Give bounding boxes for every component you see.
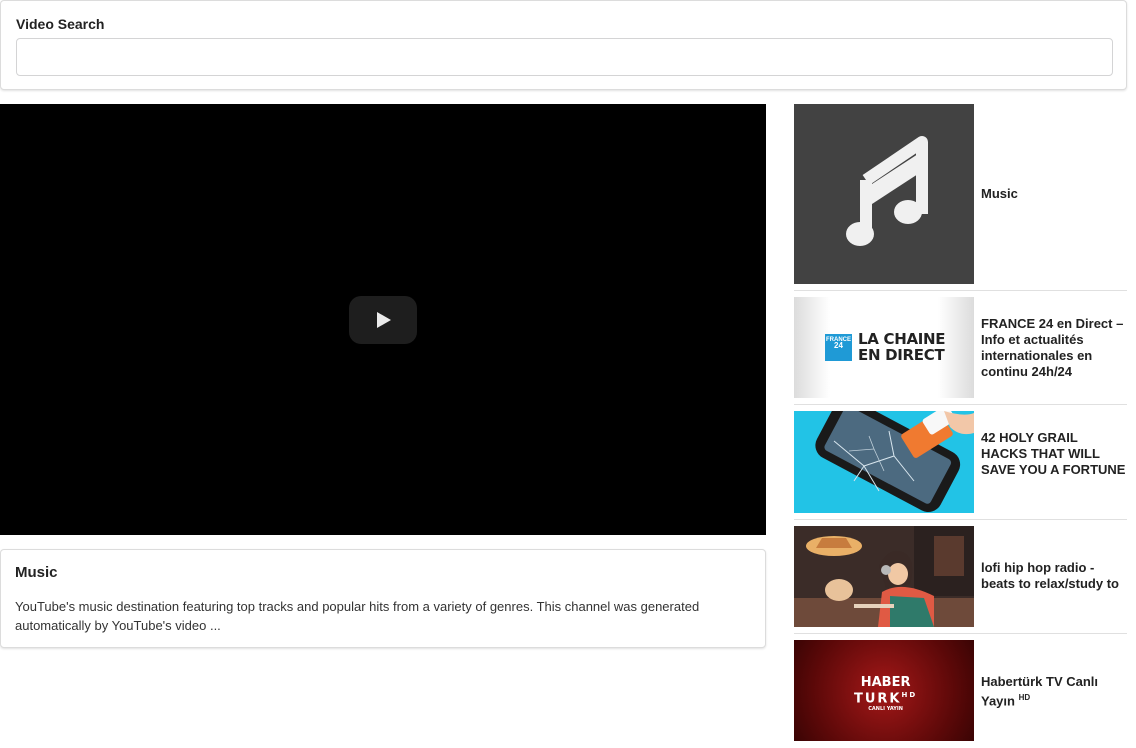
hd-badge: HD <box>901 691 918 699</box>
thumbnail-caption: LA CHAINE EN DIRECT <box>858 330 946 364</box>
video-thumbnail[interactable]: FRANCE 24 LA CHAINE EN DIRECT <box>794 297 974 398</box>
video-title[interactable]: lofi hip hop radio - beats to relax/stud… <box>981 560 1127 592</box>
divider <box>794 404 1127 405</box>
play-icon <box>377 312 391 328</box>
video-title[interactable]: 42 HOLY GRAIL HACKS THAT WILL SAVE YOU A… <box>981 430 1127 478</box>
list-item[interactable]: lofi hip hop radio - beats to relax/stud… <box>794 526 1127 634</box>
list-item[interactable]: Music <box>794 104 1127 291</box>
hd-badge: HD <box>1018 693 1031 702</box>
video-title[interactable]: Habertürk TV Canlı Yayın HD <box>981 674 1127 709</box>
thumbnail-caption-line: EN DIRECT <box>858 346 945 364</box>
video-detail-title: Music <box>15 564 58 581</box>
list-item[interactable]: FRANCE 24 LA CHAINE EN DIRECT FRANCE 24 … <box>794 297 1127 405</box>
thumbnail-caption-line: LA CHAINE <box>858 330 946 348</box>
search-input[interactable] <box>16 38 1113 76</box>
france24-logo-number: 24 <box>834 341 843 350</box>
lofi-girl-image <box>794 526 974 627</box>
video-thumbnail[interactable] <box>794 526 974 627</box>
haberturk-logo-line: HABER <box>860 675 911 690</box>
video-thumbnail[interactable] <box>794 104 974 284</box>
france24-logo: FRANCE 24 <box>825 334 852 361</box>
list-item[interactable]: HABER TURKHD CANLI YAYIN Habertürk TV Ca… <box>794 640 1127 748</box>
video-thumbnail[interactable] <box>794 411 974 513</box>
haberturk-logo: HABER TURKHD CANLI YAYIN <box>854 676 917 713</box>
music-note-icon <box>846 136 928 246</box>
cracked-phone-image <box>815 411 974 513</box>
divider <box>794 633 1127 634</box>
divider <box>794 519 1127 520</box>
video-title[interactable]: FRANCE 24 en Direct – Info et actualités… <box>981 316 1127 380</box>
haberturk-logo-subtitle: CANLI YAYIN <box>868 706 903 713</box>
video-title[interactable]: Music <box>981 186 1127 202</box>
search-label: Video Search <box>16 16 105 32</box>
play-button[interactable] <box>349 296 417 344</box>
search-panel: Video Search <box>0 0 1127 90</box>
video-detail-card: Music YouTube's music destination featur… <box>0 549 766 648</box>
video-thumbnail[interactable]: HABER TURKHD CANLI YAYIN <box>794 640 974 741</box>
video-title-text: Habertürk TV Canlı Yayın <box>981 674 1099 709</box>
list-item[interactable]: 42 HOLY GRAIL HACKS THAT WILL SAVE YOU A… <box>794 411 1127 520</box>
video-player[interactable] <box>0 104 766 535</box>
divider <box>794 290 1127 291</box>
video-detail-description: YouTube's music destination featuring to… <box>15 599 700 633</box>
haberturk-logo-line: TURK <box>854 691 902 707</box>
